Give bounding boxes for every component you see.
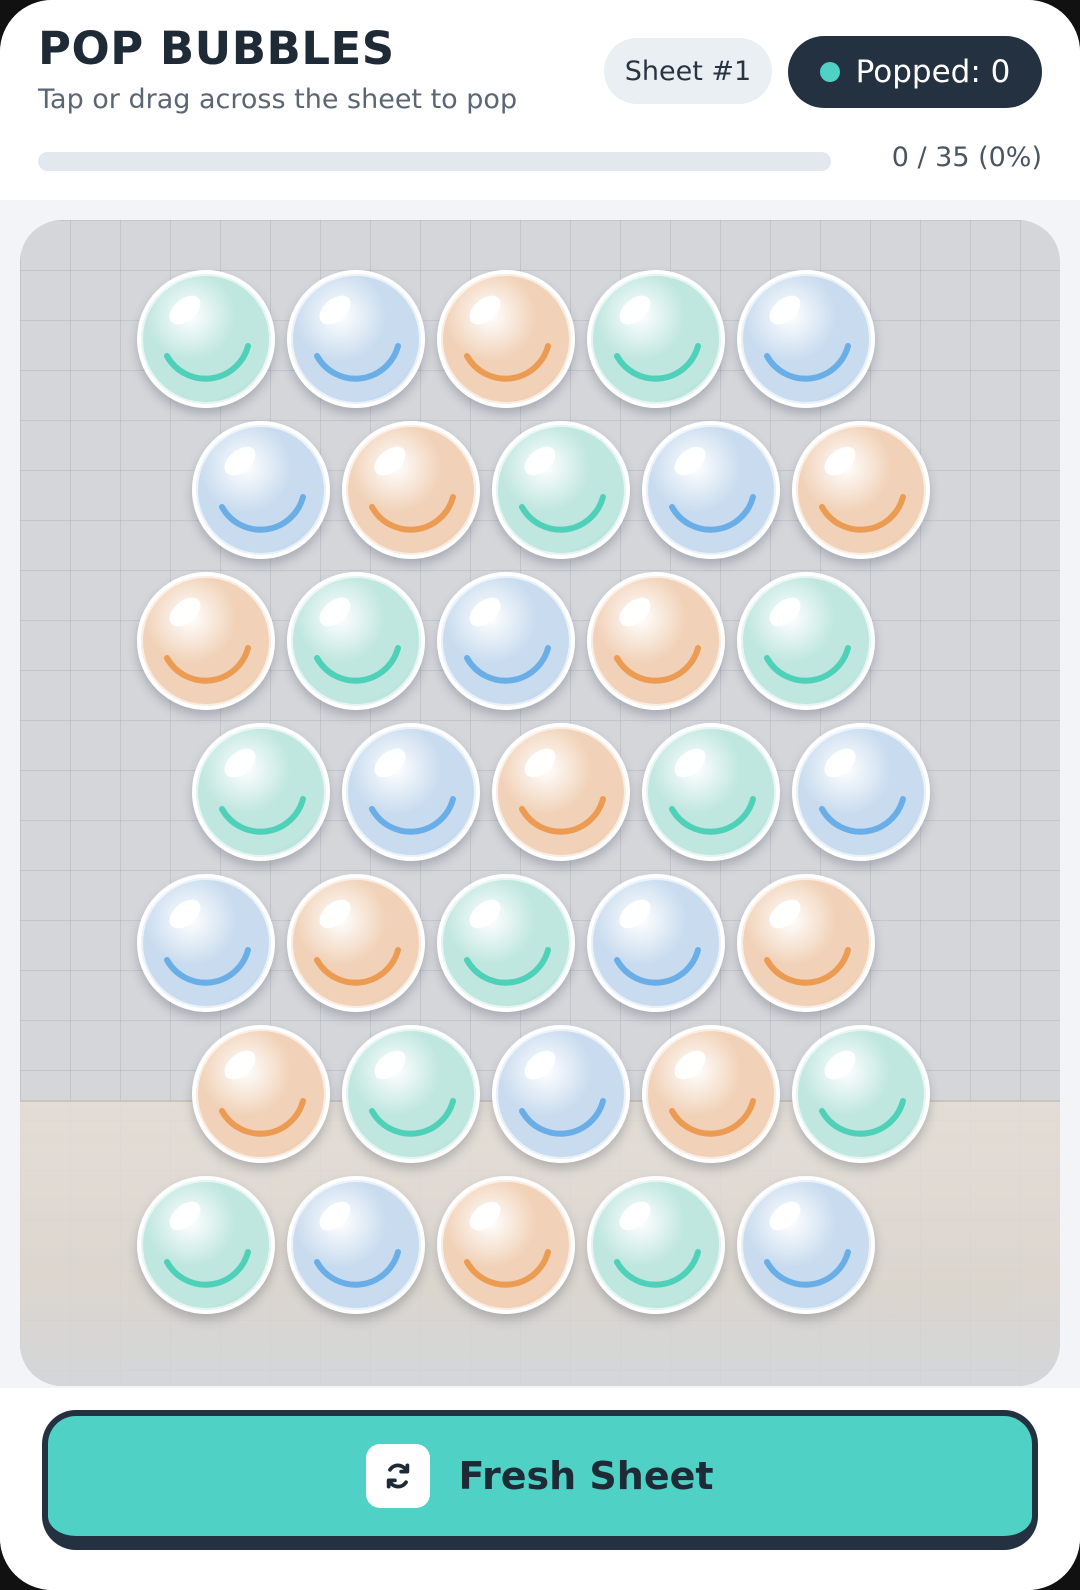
bubble-teal[interactable] — [287, 572, 425, 710]
bubble-teal[interactable] — [137, 1176, 275, 1314]
bubble-orange[interactable] — [437, 270, 575, 408]
header: POP BUBBLES Tap or drag across the sheet… — [0, 0, 1080, 200]
bubble-blue[interactable] — [737, 270, 875, 408]
refresh-icon — [366, 1444, 431, 1508]
bubble-teal[interactable] — [492, 421, 630, 559]
bubble-blue[interactable] — [192, 421, 330, 559]
popped-counter-badge: Popped: 0 — [788, 36, 1042, 108]
bubble-teal[interactable] — [437, 874, 575, 1012]
bubble-orange[interactable] — [737, 874, 875, 1012]
bubble-blue[interactable] — [342, 723, 480, 861]
bubble-teal[interactable] — [642, 723, 780, 861]
fresh-sheet-button[interactable]: Fresh Sheet — [42, 1410, 1038, 1550]
bubble-blue[interactable] — [137, 874, 275, 1012]
bubble-teal[interactable] — [587, 1176, 725, 1314]
bubble-blue[interactable] — [792, 723, 930, 861]
bubble-orange[interactable] — [587, 572, 725, 710]
bubble-sheet[interactable] — [20, 220, 1060, 1386]
bubble-teal[interactable] — [737, 572, 875, 710]
bubble-teal[interactable] — [342, 1025, 480, 1163]
bubble-blue[interactable] — [287, 270, 425, 408]
progress-text: 0 / 35 (0%) — [891, 142, 1042, 173]
bubble-blue[interactable] — [737, 1176, 875, 1314]
bubble-blue[interactable] — [287, 1176, 425, 1314]
bubble-orange[interactable] — [792, 421, 930, 559]
page-subtitle: Tap or drag across the sheet to pop — [38, 84, 518, 115]
bubble-blue[interactable] — [437, 572, 575, 710]
fresh-sheet-button-label: Fresh Sheet — [458, 1454, 714, 1498]
bubble-orange[interactable] — [437, 1176, 575, 1314]
bubble-orange[interactable] — [642, 1025, 780, 1163]
bubble-orange[interactable] — [192, 1025, 330, 1163]
bubble-teal[interactable] — [792, 1025, 930, 1163]
bubble-orange[interactable] — [287, 874, 425, 1012]
bubble-blue[interactable] — [587, 874, 725, 1012]
sheet-number-badge: Sheet #1 — [604, 38, 772, 104]
bubble-orange[interactable] — [492, 723, 630, 861]
bubble-blue[interactable] — [492, 1025, 630, 1163]
bubble-teal[interactable] — [192, 723, 330, 861]
progress-bar — [38, 152, 831, 171]
popped-counter-label: Popped: 0 — [855, 54, 1011, 90]
app-window: POP BUBBLES Tap or drag across the sheet… — [0, 0, 1080, 1590]
page-title: POP BUBBLES — [38, 22, 395, 75]
bubble-orange[interactable] — [342, 421, 480, 559]
bubble-blue[interactable] — [642, 421, 780, 559]
status-dot-icon — [819, 62, 840, 82]
footer: Fresh Sheet — [0, 1388, 1080, 1590]
bubble-orange[interactable] — [137, 572, 275, 710]
bubble-teal[interactable] — [137, 270, 275, 408]
bubble-teal[interactable] — [587, 270, 725, 408]
